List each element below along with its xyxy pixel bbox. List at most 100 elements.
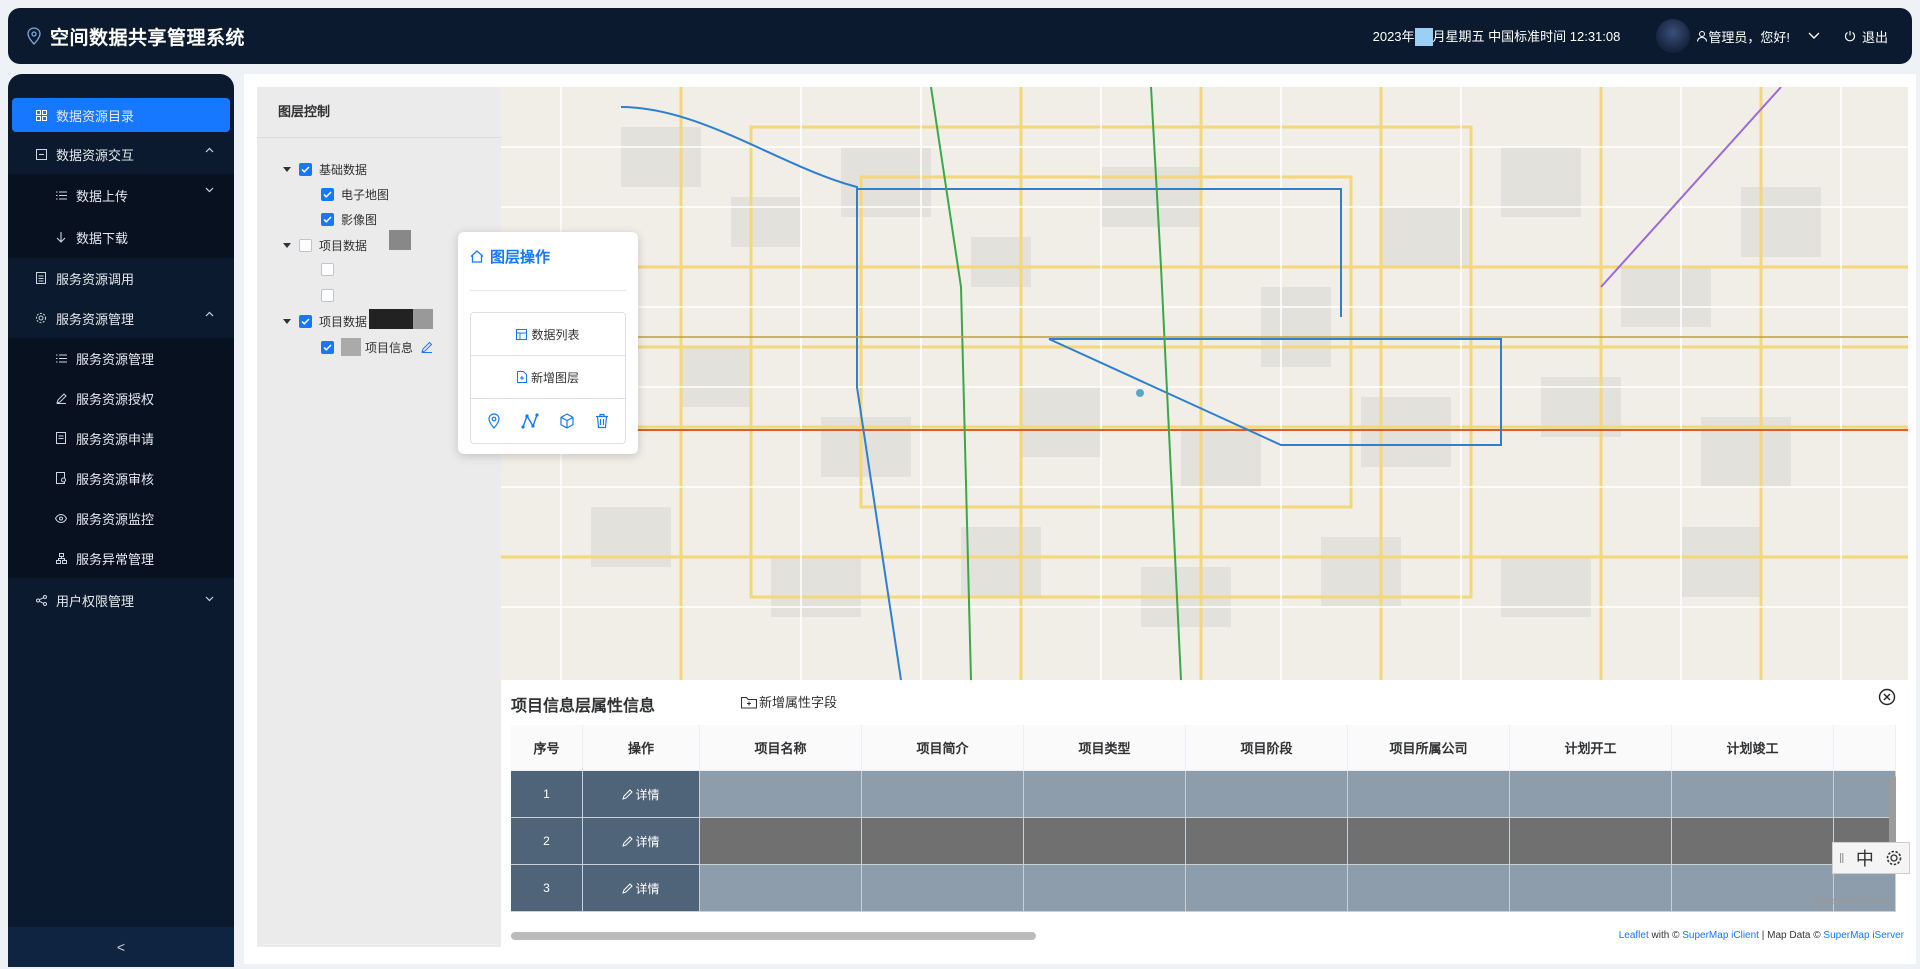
tree-node-label: 基础数据 <box>319 163 368 177</box>
detail-button[interactable]: 详情 <box>583 818 700 865</box>
tree-node-electronic-map[interactable]: 电子地图 <box>321 186 389 203</box>
sidebar-item-label: 数据上传 <box>76 188 129 204</box>
table-cell <box>862 818 1024 865</box>
avatar[interactable] <box>1656 19 1691 53</box>
table-row[interactable]: 3 详情 <box>511 865 1896 912</box>
lang-toggle-button[interactable]: 中 <box>1856 845 1874 871</box>
expand-triangle-icon[interactable] <box>283 167 291 172</box>
col-header[interactable]: 项目简介 <box>862 725 1024 770</box>
checkbox[interactable] <box>321 263 334 276</box>
leaflet-link[interactable]: Leaflet <box>1619 930 1649 941</box>
tree-node-imagery[interactable]: 影像图 <box>321 211 377 228</box>
table-cell <box>1186 818 1348 865</box>
col-header[interactable]: 计划竣工 <box>1672 725 1834 770</box>
col-header[interactable]: 项目阶段 <box>1186 725 1348 770</box>
add-field-button[interactable]: 新增属性字段 <box>741 692 837 711</box>
sidebar: 数据资源目录 数据资源交互 数据上传 数据下载 服务资源调用 服务资源管理 服务… <box>8 74 234 967</box>
box-icon <box>34 147 48 161</box>
home-icon <box>470 250 484 263</box>
col-header[interactable]: 操作 <box>583 725 700 770</box>
sidebar-item-label: 数据资源目录 <box>56 108 135 124</box>
edit-icon[interactable] <box>421 341 433 353</box>
logout-button[interactable]: 退出 <box>1844 27 1888 46</box>
polyline-icon[interactable] <box>521 413 539 429</box>
data-list-button[interactable]: 数据列表 <box>471 313 625 356</box>
col-header[interactable]: 项目名称 <box>700 725 862 770</box>
sidebar-item-label: 服务资源管理 <box>56 311 135 327</box>
cube-icon[interactable] <box>559 413 575 429</box>
checkbox[interactable] <box>321 188 334 201</box>
grid-icon <box>34 108 48 122</box>
checkbox[interactable] <box>299 239 312 252</box>
doc-icon <box>54 431 68 445</box>
map-canvas[interactable] <box>501 87 1908 680</box>
submenu-data-interaction: 数据上传 数据下载 <box>8 174 234 258</box>
expand-triangle-icon[interactable] <box>283 243 291 248</box>
datetime-display: 2023年 月星期五 中国标准时间 12:31:08 <box>1373 26 1620 47</box>
sidebar-item-service-invoke[interactable]: 服务资源调用 <box>8 258 234 298</box>
sidebar-item-service-audit[interactable]: 服务资源审核 <box>8 458 234 498</box>
popup-title: 图层操作 <box>470 246 550 267</box>
detail-button[interactable]: 详情 <box>583 865 700 912</box>
iserver-link[interactable]: SuperMap iServer <box>1823 930 1904 941</box>
checkbox[interactable] <box>321 340 334 354</box>
sidebar-item-data-upload[interactable]: 数据上传 <box>8 174 234 216</box>
col-header[interactable]: 序号 <box>511 725 583 770</box>
chevron-down-icon[interactable] <box>1808 32 1820 40</box>
iclient-link[interactable]: SuperMap iClient <box>1682 930 1759 941</box>
tree-node-redacted-b[interactable] <box>321 289 341 302</box>
redacted-block <box>389 230 411 250</box>
col-header[interactable]: 项目类型 <box>1024 725 1186 770</box>
col-header[interactable]: 项目所属公司 <box>1348 725 1510 770</box>
add-field-label: 新增属性字段 <box>759 695 838 710</box>
drag-handle-icon[interactable]: ‖ <box>1839 850 1845 866</box>
location-pin-icon[interactable] <box>487 413 501 429</box>
tree-node-project-info[interactable]: 项目信息 <box>321 338 433 356</box>
map-marker[interactable] <box>1136 389 1144 397</box>
sidebar-item-service-management[interactable]: 服务资源管理 <box>8 298 234 338</box>
redacted-block <box>413 309 433 329</box>
detail-button[interactable]: 详情 <box>583 771 700 818</box>
sidebar-item-service-authorize[interactable]: 服务资源授权 <box>8 378 234 418</box>
sidebar-item-data-interaction[interactable]: 数据资源交互 <box>8 134 234 174</box>
attribution-with: with © <box>1648 930 1683 941</box>
close-icon[interactable] <box>1878 688 1896 706</box>
table-row[interactable]: 2 详情 <box>511 818 1896 865</box>
table-cell <box>1348 865 1510 912</box>
row-index: 3 <box>511 865 583 912</box>
location-pin-icon <box>27 27 41 45</box>
user-greeting[interactable]: 管理员，您好! <box>1696 27 1790 46</box>
tree-node-project-data-1[interactable]: 项目数据 <box>283 237 367 254</box>
table-cell <box>1186 771 1348 818</box>
sidebar-collapse-button[interactable]: < <box>8 927 234 967</box>
col-header-overflow <box>1834 725 1896 770</box>
checkbox[interactable] <box>299 315 312 328</box>
sidebar-item-label: 用户权限管理 <box>56 593 135 609</box>
new-layer-button[interactable]: 新增图层 <box>471 356 625 399</box>
horizontal-scrollbar[interactable] <box>511 932 1036 940</box>
sidebar-item-service-exception[interactable]: 服务异常管理 <box>8 538 234 578</box>
sidebar-item-service-monitor[interactable]: 服务资源监控 <box>8 498 234 538</box>
sidebar-item-service-apply[interactable]: 服务资源申请 <box>8 418 234 458</box>
gear-icon[interactable] <box>1885 849 1903 867</box>
tree-node-basic-data[interactable]: 基础数据 <box>283 161 367 178</box>
tree-node-label: 电子地图 <box>341 188 390 202</box>
checkbox[interactable] <box>321 289 334 302</box>
sidebar-item-service-resource-mgmt[interactable]: 服务资源管理 <box>8 338 234 378</box>
sidebar-item-user-permission[interactable]: 用户权限管理 <box>8 578 234 622</box>
tree-node-project-data-2[interactable]: 项目数据 <box>283 313 367 330</box>
checkbox[interactable] <box>299 163 312 176</box>
table-row[interactable]: 1 详情 <box>511 771 1896 818</box>
checkbox[interactable] <box>321 213 334 226</box>
sidebar-item-data-catalog[interactable]: 数据资源目录 <box>12 98 230 132</box>
map-tiles <box>501 87 1908 680</box>
trash-icon[interactable] <box>595 413 609 429</box>
chevron-down-icon <box>205 596 214 602</box>
col-header[interactable]: 计划开工 <box>1510 725 1672 770</box>
tree-node-redacted-a[interactable] <box>321 263 341 276</box>
table-cell <box>1024 771 1186 818</box>
expand-triangle-icon[interactable] <box>283 319 291 324</box>
sidebar-item-data-download[interactable]: 数据下载 <box>8 216 234 258</box>
layer-operation-popup: 图层操作 数据列表 新增图层 <box>458 232 638 454</box>
sidebar-item-label: 服务资源监控 <box>76 511 155 527</box>
